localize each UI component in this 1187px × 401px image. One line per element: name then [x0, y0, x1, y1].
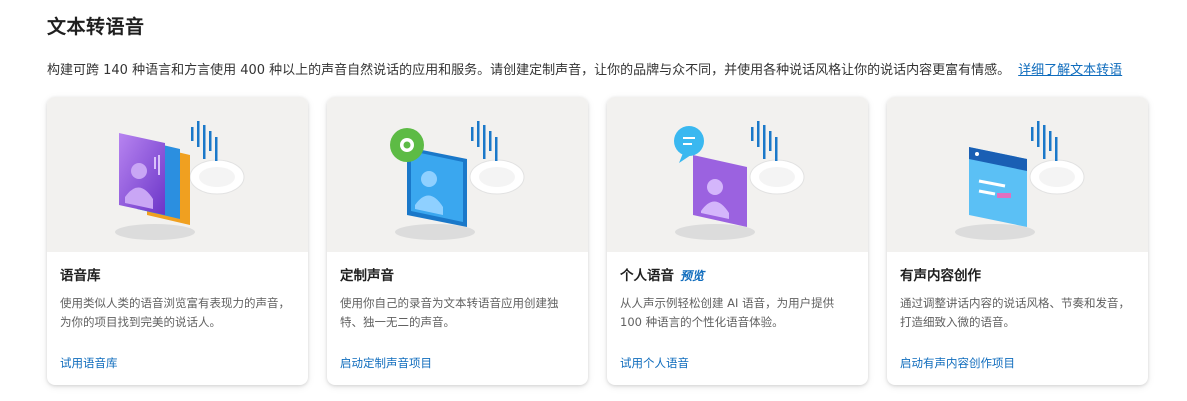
custom-voice-illustration [327, 97, 588, 252]
try-voice-gallery-link[interactable]: 试用语音库 [60, 355, 118, 371]
card-audio-content-creation[interactable]: 有声内容创作 通过调整讲话内容的说话风格、节奏和发音，打造细致入微的语音。 启动… [887, 97, 1148, 385]
card-title: 个人语音 预览 [620, 268, 705, 284]
card-description: 使用你自己的录音为文本转语音应用创建独特、独一无二的声音。 [340, 296, 559, 329]
page-description: 构建可跨 140 种语言和方言使用 400 种以上的声音自然说话的应用和服务。请… [47, 59, 1187, 78]
card-custom-voice[interactable]: 定制声音 使用你自己的录音为文本转语音应用创建独特、独一无二的声音。 启动定制声… [327, 97, 588, 385]
preview-badge: 预览 [680, 269, 705, 283]
card-title: 语音库 [60, 268, 101, 284]
card-title: 定制声音 [340, 268, 394, 284]
card-personal-voice[interactable]: 个人语音 预览 从人声示例轻松创建 AI 语音，为用户提供 100 种语言的个性化… [607, 97, 868, 385]
description-text: 构建可跨 140 种语言和方言使用 400 种以上的声音自然说话的应用和服务。请… [47, 63, 1011, 78]
learn-more-link[interactable]: 详细了解文本转语 [1018, 63, 1122, 78]
page-title: 文本转语音 [47, 16, 145, 38]
card-description: 从人声示例轻松创建 AI 语音，为用户提供 100 种语言的个性化语音体验。 [620, 296, 835, 329]
card-description: 通过调整讲话内容的说话风格、节奏和发音，打造细致入微的语音。 [900, 296, 1130, 329]
card-description: 使用类似人类的语音浏览富有表现力的声音，为你的项目找到完美的说话人。 [60, 296, 290, 329]
voice-gallery-illustration [47, 97, 308, 252]
card-title: 有声内容创作 [900, 268, 981, 284]
personal-voice-illustration [607, 97, 868, 252]
audio-content-creation-illustration [887, 97, 1148, 252]
start-custom-voice-link[interactable]: 启动定制声音项目 [340, 355, 432, 371]
try-personal-voice-link[interactable]: 试用个人语音 [620, 355, 689, 371]
card-voice-gallery[interactable]: 语音库 使用类似人类的语音浏览富有表现力的声音，为你的项目找到完美的说话人。 试… [47, 97, 308, 385]
start-audio-content-creation-link[interactable]: 启动有声内容创作项目 [900, 355, 1015, 371]
